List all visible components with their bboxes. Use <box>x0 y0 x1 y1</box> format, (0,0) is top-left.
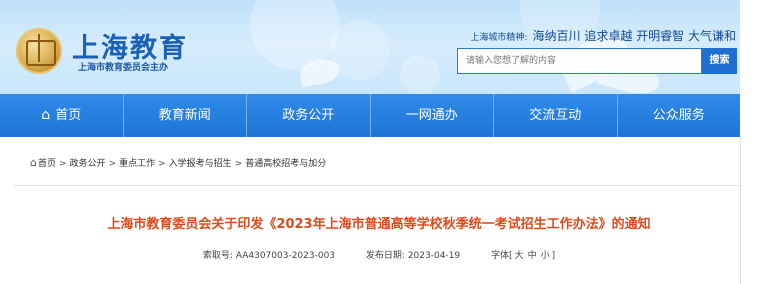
header-banner: 上海教育 上海市教育委员会主办 上海城市精神: 海纳百川 追求卓越 开明睿智 大… <box>0 0 740 96</box>
breadcrumb-item[interactable]: 首页 <box>38 159 56 169</box>
nav-item-online-services[interactable]: 一网通办 <box>371 94 494 137</box>
font-size-large[interactable]: 大 <box>515 251 524 261</box>
main-nav: ⌂ 首页 教育新闻 政务公开 一网通办 交流互动 公众服务 <box>0 94 740 137</box>
site-subtitle: 上海市教育委员会主办 <box>78 63 169 73</box>
date-label: 发布日期: <box>365 251 405 261</box>
home-icon: ⌂ <box>30 156 37 169</box>
breadcrumb-separator: > <box>108 159 117 169</box>
breadcrumb-item[interactable]: 普通高校招考与加分 <box>245 159 326 169</box>
breadcrumb-separator: > <box>59 159 67 169</box>
nav-item-home[interactable]: ⌂ 首页 <box>0 94 124 137</box>
breadcrumb-separator: > <box>234 159 243 169</box>
breadcrumb-separator: > <box>158 159 166 169</box>
font-size-bracket-close: ] <box>551 251 556 261</box>
city-spirit-label: 上海城市精神: <box>470 33 528 43</box>
nav-item-government-affairs[interactable]: 政务公开 <box>247 94 371 137</box>
content-border <box>740 137 741 284</box>
font-size-label: 字体 <box>491 251 510 261</box>
breadcrumb: ⌂首页 > 政务公开 > 重点工作 > 入学报考与招生 > 普通高校招考与加分 <box>30 156 326 169</box>
city-spirit-text: 海纳百川 追求卓越 开明睿智 大气谦和 <box>532 29 736 43</box>
date-value: 2023-04-19 <box>407 251 461 261</box>
nav-item-education-news[interactable]: 教育新闻 <box>124 94 247 137</box>
breadcrumb-item[interactable]: 重点工作 <box>119 159 155 169</box>
index-number: 索取号: AA4307003-2023-003 <box>203 251 335 261</box>
nav-item-interaction[interactable]: 交流互动 <box>494 94 618 137</box>
site-logo[interactable] <box>16 28 62 74</box>
home-icon: ⌂ <box>41 107 51 123</box>
search-input[interactable]: 请输入您想了解的内容 <box>457 48 702 74</box>
index-value: AA4307003-2023-003 <box>235 251 336 261</box>
article-meta: 索取号: AA4307003-2023-003 发布日期: 2023-04-19… <box>0 248 758 261</box>
article-title: 上海市教育委员会关于印发《2023年上海市普通高等学校秋季统一考试招生工作办法》… <box>107 217 651 232</box>
page: 上海教育 上海市教育委员会主办 上海城市精神: 海纳百川 追求卓越 开明睿智 大… <box>0 0 758 284</box>
city-spirit: 上海城市精神: 海纳百川 追求卓越 开明睿智 大气谦和 <box>470 25 736 44</box>
nav-item-public-services[interactable]: 公众服务 <box>618 94 741 137</box>
font-size-control: 字体[大中小] <box>491 251 555 261</box>
divider <box>14 185 740 186</box>
breadcrumb-item[interactable]: 政务公开 <box>70 159 106 169</box>
publish-date: 发布日期: 2023-04-19 <box>366 251 460 261</box>
breadcrumb-item[interactable]: 入学报考与招生 <box>169 159 232 169</box>
font-size-medium[interactable]: 中 <box>528 251 537 261</box>
font-size-bracket-open: [ <box>509 251 513 261</box>
search-button[interactable]: 搜索 <box>702 48 737 74</box>
nav-item-label: 首页 <box>55 108 82 123</box>
index-label: 索取号: <box>202 251 233 261</box>
font-size-small[interactable]: 小 <box>541 251 550 261</box>
